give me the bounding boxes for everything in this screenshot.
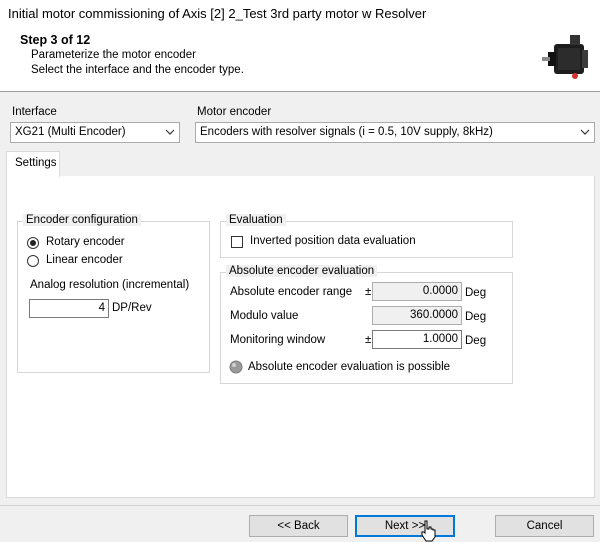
next-button-label: Next >> [384,520,426,532]
linear-encoder-label: Linear encoder [46,254,123,266]
monitoring-window-sign: ± [365,334,372,346]
status-indicator-icon [229,360,243,374]
modulo-unit: Deg [465,311,487,323]
modulo-field: 360.0000 [372,306,462,325]
absolute-encoder-title: Absolute encoder evaluation [226,265,378,277]
modulo-value: 360.0000 [410,309,458,321]
linear-encoder-radio[interactable] [27,255,39,267]
tab-settings-label: Settings [15,157,57,169]
encoder-configuration-title: Encoder configuration [23,214,141,226]
rotary-encoder-label: Rotary encoder [46,236,125,248]
step-subtitle: Parameterize the motor encoder [31,49,196,61]
motor-encoder-select-value: Encoders with resolver signals (i = 0.5,… [200,126,493,138]
inverted-position-label: Inverted position data evaluation [250,235,416,247]
absolute-possible-label: Absolute encoder evaluation is possible [248,361,451,373]
motor-encoder-select[interactable]: Encoders with resolver signals (i = 0.5,… [195,122,595,143]
absolute-range-sign: ± [365,286,372,298]
interface-label: Interface [12,106,57,118]
interface-select[interactable]: XG21 (Multi Encoder) [10,122,180,143]
absolute-range-unit: Deg [465,287,487,299]
monitoring-window-label: Monitoring window [230,334,326,346]
tab-settings[interactable]: Settings [6,151,60,177]
wizard-header: Step 3 of 12 Parameterize the motor enco… [0,28,600,92]
next-button[interactable]: Next >> [355,515,455,537]
analog-resolution-input[interactable]: 4 [29,299,109,318]
analog-resolution-unit: DP/Rev [112,302,152,314]
step-description: Select the interface and the encoder typ… [31,64,244,76]
servo-motor-icon [542,35,588,79]
inverted-position-checkbox[interactable] [231,236,243,248]
monitoring-window-unit: Deg [465,335,487,347]
rotary-encoder-radio[interactable] [27,237,39,249]
evaluation-title: Evaluation [226,214,286,226]
absolute-range-value: 0.0000 [422,285,458,297]
interface-select-value: XG21 (Multi Encoder) [15,126,126,138]
absolute-range-label: Absolute encoder range [230,286,353,298]
motor-encoder-label: Motor encoder [197,106,272,118]
monitoring-window-value: 1.0000 [422,333,458,345]
chevron-down-icon [165,129,175,135]
hand-cursor-icon [421,520,436,542]
title-bar: Initial motor commissioning of Axis [2] … [0,0,600,28]
analog-resolution-label: Analog resolution (incremental) [30,279,190,291]
absolute-range-field: 0.0000 [372,282,462,301]
modulo-label: Modulo value [230,310,299,322]
back-button[interactable]: << Back [249,515,348,537]
bottom-separator [0,505,600,506]
chevron-down-icon [580,129,590,135]
cancel-button[interactable]: Cancel [495,515,594,537]
back-button-label: << Back [277,520,320,532]
analog-resolution-value: 4 [98,302,105,314]
step-indicator: Step 3 of 12 [20,33,91,47]
cancel-button-label: Cancel [526,520,563,532]
window-title: Initial motor commissioning of Axis [2] … [8,6,427,21]
monitoring-window-input[interactable]: 1.0000 [372,330,462,349]
